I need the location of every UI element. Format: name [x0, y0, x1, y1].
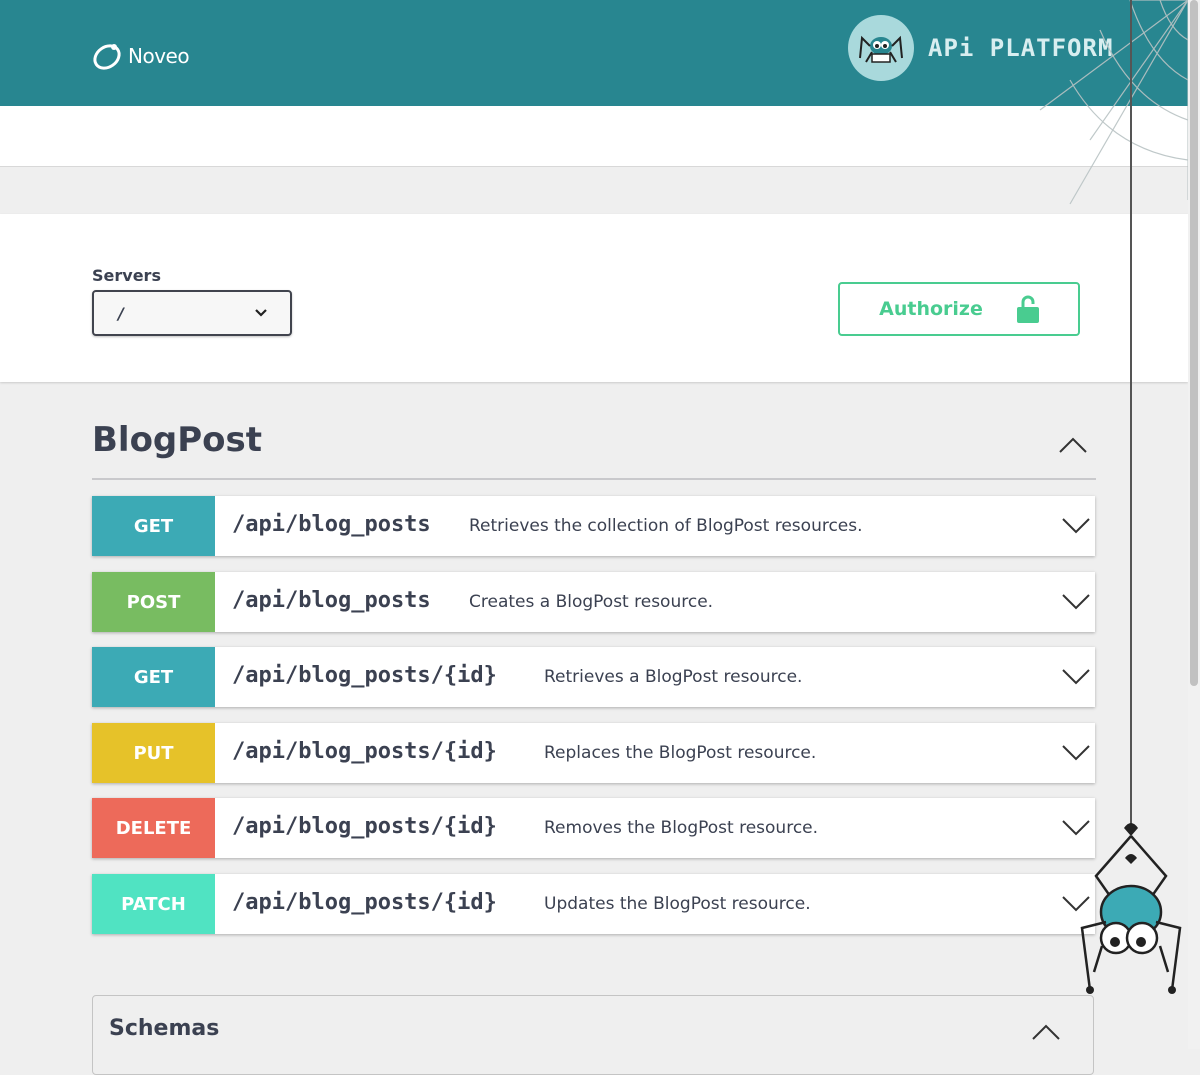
noveo-logo-icon: [93, 44, 121, 70]
operation-summary: Replaces the BlogPost resource.: [544, 743, 817, 763]
chevron-up-icon[interactable]: [1031, 1022, 1061, 1042]
chevron-down-icon[interactable]: [1061, 590, 1091, 612]
authorize-label: Authorize: [879, 298, 983, 320]
operation-summary: Retrieves a BlogPost resource.: [544, 667, 803, 687]
method-badge: GET: [92, 496, 215, 556]
spider-badge-icon: [848, 15, 914, 81]
api-platform-logo[interactable]: APi PLATFORM: [848, 15, 1113, 81]
chevron-down-icon[interactable]: [1061, 741, 1091, 763]
schemas-section[interactable]: Schemas: [92, 995, 1094, 1075]
noveo-logo[interactable]: Noveo: [90, 38, 190, 74]
tag-divider: [92, 478, 1096, 480]
operation-summary: Creates a BlogPost resource.: [469, 592, 714, 612]
operation-row[interactable]: POST/api/blog_posts Creates a BlogPost re…: [92, 572, 1095, 632]
chevron-up-icon[interactable]: [1058, 434, 1088, 456]
servers-selected-value: /: [118, 304, 124, 323]
chevron-down-icon[interactable]: [1061, 816, 1091, 838]
operation-path: /api/blog_posts/{id}: [232, 663, 497, 688]
top-bar: Noveo APi PLATFORM: [0, 0, 1188, 106]
platform-title: APi PLATFORM: [928, 34, 1114, 62]
method-badge: PUT: [92, 723, 215, 783]
operation-row[interactable]: DELETE/api/blog_posts/{id} Removes the Bl…: [92, 798, 1095, 858]
method-badge: PATCH: [92, 874, 215, 934]
servers-label: Servers: [92, 266, 161, 285]
chevron-down-icon[interactable]: [1061, 892, 1091, 914]
chevron-down-icon: [255, 309, 267, 317]
scrollbar-thumb[interactable]: [1190, 0, 1198, 686]
operation-summary: Removes the BlogPost resource.: [544, 818, 819, 838]
operation-row[interactable]: PATCH/api/blog_posts/{id} Updates the Blo…: [92, 874, 1095, 934]
operation-path: /api/blog_posts: [232, 588, 431, 613]
operation-row[interactable]: PUT/api/blog_posts/{id} Replaces the Blog…: [92, 723, 1095, 783]
operation-path: /api/blog_posts/{id}: [232, 814, 497, 839]
operation-summary: Retrieves the collection of BlogPost res…: [469, 516, 863, 536]
schemas-title: Schemas: [109, 1016, 220, 1041]
operation-row[interactable]: GET/api/blog_posts Retrieves the collecti…: [92, 496, 1095, 556]
method-badge: GET: [92, 647, 215, 707]
method-badge: DELETE: [92, 798, 215, 858]
logo-text: Noveo: [128, 44, 190, 68]
scrollbar[interactable]: [1188, 0, 1200, 1049]
method-badge: POST: [92, 572, 215, 632]
operation-path: /api/blog_posts: [232, 512, 431, 537]
operation-row[interactable]: GET/api/blog_posts/{id} Retrieves a BlogP…: [92, 647, 1095, 707]
authorize-button[interactable]: Authorize: [838, 282, 1080, 336]
tag-title[interactable]: BlogPost: [92, 420, 262, 460]
operation-summary: Updates the BlogPost resource.: [544, 894, 811, 914]
operation-path: /api/blog_posts/{id}: [232, 739, 497, 764]
chevron-down-icon[interactable]: [1061, 665, 1091, 687]
info-section: [0, 106, 1188, 167]
unlock-icon: [1016, 295, 1039, 323]
chevron-down-icon[interactable]: [1061, 514, 1091, 536]
servers-select[interactable]: /: [92, 290, 292, 336]
operation-path: /api/blog_posts/{id}: [232, 890, 497, 915]
